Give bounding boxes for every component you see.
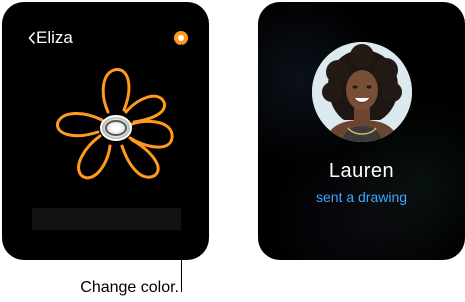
back-button[interactable]: Eliza xyxy=(28,28,73,48)
flower-drawing[interactable] xyxy=(50,60,182,192)
callout-line xyxy=(181,44,182,292)
avatar xyxy=(312,42,412,142)
contact-name: Lauren xyxy=(328,160,395,182)
color-picker-button[interactable] xyxy=(174,31,188,45)
chevron-left-icon xyxy=(28,32,35,44)
watch-screen-received-drawing: Lauren sent a drawing xyxy=(258,2,465,260)
watch-screen-digital-touch: Eliza xyxy=(2,2,209,260)
drawing-area-bar xyxy=(32,208,182,230)
notification-status[interactable]: sent a drawing xyxy=(258,189,465,205)
callout-label: Change color. xyxy=(80,279,179,296)
back-label: Eliza xyxy=(36,28,73,47)
